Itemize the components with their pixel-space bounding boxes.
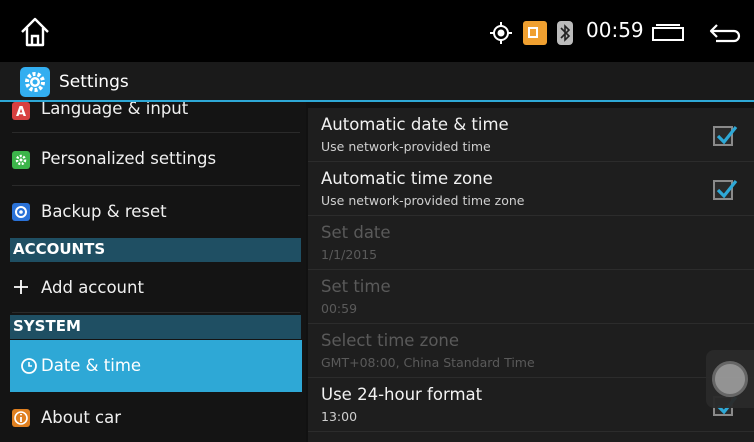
notification-icon [523, 21, 547, 45]
automatic-date-time-checkbox[interactable] [713, 126, 738, 146]
setting-automatic-date-time[interactable]: Automatic date & time Use network-provid… [308, 108, 754, 162]
settings-sidebar: A Language & input Personalized settings… [0, 102, 306, 442]
sidebar-item-label: Date & time [41, 356, 142, 375]
sidebar-item-label: Personalized settings [41, 149, 217, 168]
personalize-icon [12, 151, 30, 169]
section-header-accounts: ACCOUNTS [10, 238, 301, 262]
setting-automatic-time-zone[interactable]: Automatic time zone Use network-provided… [308, 162, 754, 216]
recent-apps-icon[interactable] [650, 23, 686, 43]
bluetooth-icon [557, 21, 573, 45]
clock-icon [21, 358, 37, 374]
sidebar-item-label: About car [41, 408, 121, 427]
svg-text:A: A [16, 105, 26, 120]
plus-icon [14, 280, 28, 294]
home-icon[interactable] [18, 16, 52, 48]
section-header-system: SYSTEM [10, 315, 301, 339]
automatic-time-zone-checkbox[interactable] [713, 180, 738, 200]
sidebar-item-label: Add account [41, 278, 144, 297]
sidebar-item-about-car[interactable]: About car [12, 394, 300, 442]
floating-assistive-button[interactable] [706, 350, 754, 408]
setting-use-24-hour-format[interactable]: Use 24-hour format 13:00 [308, 378, 754, 432]
sidebar-item-language[interactable]: A Language & input [12, 102, 300, 133]
settings-gear-icon[interactable] [20, 67, 50, 97]
sidebar-item-personalized[interactable]: Personalized settings [12, 133, 300, 186]
gps-icon [490, 22, 512, 44]
sidebar-item-label: Language & input [41, 102, 189, 118]
sidebar-item-add-account[interactable]: Add account [12, 262, 300, 313]
sidebar-item-date-time[interactable]: Date & time [10, 340, 302, 392]
date-time-panel: Automatic date & time Use network-provid… [308, 108, 754, 442]
sidebar-item-backup[interactable]: Backup & reset [12, 186, 300, 239]
setting-set-time[interactable]: Set time 00:59 [308, 270, 754, 324]
setting-select-time-zone[interactable]: Select time zone GMT+08:00, China Standa… [308, 324, 754, 378]
back-icon[interactable] [708, 20, 742, 46]
assistive-touch-icon [712, 361, 748, 397]
app-bar: Settings [0, 62, 754, 102]
info-icon [12, 409, 30, 427]
status-bar: 00:59 [0, 0, 754, 62]
language-icon: A [12, 102, 30, 120]
setting-set-date[interactable]: Set date 1/1/2015 [308, 216, 754, 270]
app-title: Settings [59, 72, 129, 92]
backup-icon [12, 203, 30, 221]
sidebar-item-label: Backup & reset [41, 202, 167, 221]
status-clock: 00:59 [586, 18, 644, 42]
